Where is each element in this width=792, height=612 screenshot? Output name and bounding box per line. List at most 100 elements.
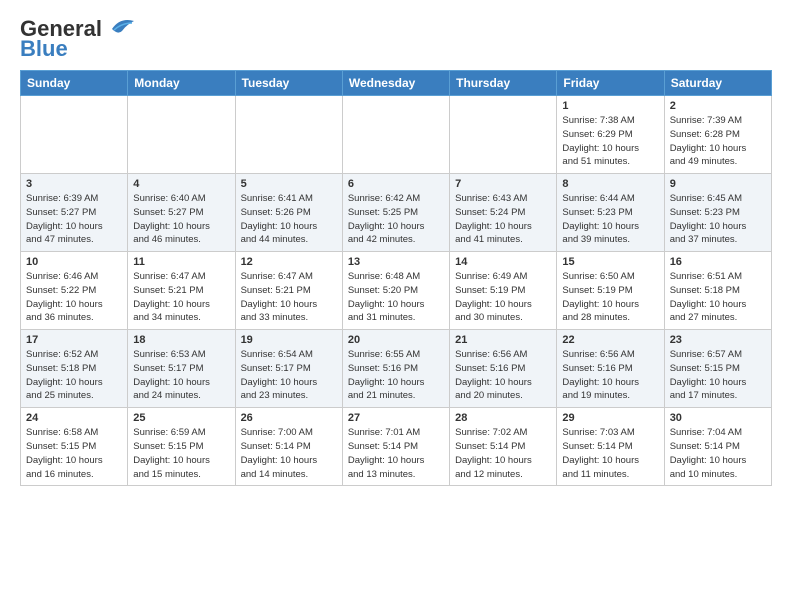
day-cell: 20 Sunrise: 6:55 AM Sunset: 5:16 PM Dayli… (342, 330, 449, 408)
day-number: 4 (133, 178, 229, 190)
day-info: Sunrise: 6:43 AM Sunset: 5:24 PM Dayligh… (455, 192, 551, 247)
week-row-3: 10 Sunrise: 6:46 AM Sunset: 5:22 PM Dayli… (21, 252, 772, 330)
day-cell: 30 Sunrise: 7:04 AM Sunset: 5:14 PM Dayli… (664, 408, 771, 486)
day-number: 14 (455, 256, 551, 268)
weekday-header-thursday: Thursday (450, 71, 557, 96)
day-info: Sunrise: 6:55 AM Sunset: 5:16 PM Dayligh… (348, 348, 444, 403)
day-number: 28 (455, 412, 551, 424)
day-info: Sunrise: 6:39 AM Sunset: 5:27 PM Dayligh… (26, 192, 122, 247)
weekday-header-row: SundayMondayTuesdayWednesdayThursdayFrid… (21, 71, 772, 96)
day-info: Sunrise: 7:00 AM Sunset: 5:14 PM Dayligh… (241, 426, 337, 481)
day-info: Sunrise: 6:59 AM Sunset: 5:15 PM Dayligh… (133, 426, 229, 481)
day-number: 6 (348, 178, 444, 190)
day-cell: 3 Sunrise: 6:39 AM Sunset: 5:27 PM Daylig… (21, 174, 128, 252)
day-cell: 16 Sunrise: 6:51 AM Sunset: 5:18 PM Dayli… (664, 252, 771, 330)
day-number: 8 (562, 178, 658, 190)
day-cell: 11 Sunrise: 6:47 AM Sunset: 5:21 PM Dayli… (128, 252, 235, 330)
week-row-5: 24Sunrise: 6:58 AM Sunset: 5:15 PM Dayli… (21, 408, 772, 486)
day-number: 17 (26, 334, 122, 346)
day-number: 11 (133, 256, 229, 268)
page: General Blue SundayMondayTuesdayWednesda… (0, 0, 792, 496)
day-info: Sunrise: 6:54 AM Sunset: 5:17 PM Dayligh… (241, 348, 337, 403)
day-cell: 18 Sunrise: 6:53 AM Sunset: 5:17 PM Dayli… (128, 330, 235, 408)
day-cell: 26Sunrise: 7:00 AM Sunset: 5:14 PM Dayli… (235, 408, 342, 486)
day-cell: 19 Sunrise: 6:54 AM Sunset: 5:17 PM Dayli… (235, 330, 342, 408)
day-number: 9 (670, 178, 766, 190)
week-row-2: 3 Sunrise: 6:39 AM Sunset: 5:27 PM Daylig… (21, 174, 772, 252)
day-info: Sunrise: 6:56 AM Sunset: 5:16 PM Dayligh… (562, 348, 658, 403)
day-number: 7 (455, 178, 551, 190)
day-number: 16 (670, 256, 766, 268)
day-info: Sunrise: 6:52 AM Sunset: 5:18 PM Dayligh… (26, 348, 122, 403)
day-cell: 9 Sunrise: 6:45 AM Sunset: 5:23 PM Daylig… (664, 174, 771, 252)
day-cell: 5Sunrise: 6:41 AM Sunset: 5:26 PM Daylig… (235, 174, 342, 252)
weekday-header-tuesday: Tuesday (235, 71, 342, 96)
day-number: 18 (133, 334, 229, 346)
day-info: Sunrise: 7:39 AM Sunset: 6:28 PM Dayligh… (670, 114, 766, 169)
day-cell: 17 Sunrise: 6:52 AM Sunset: 5:18 PM Dayli… (21, 330, 128, 408)
day-cell: 7 Sunrise: 6:43 AM Sunset: 5:24 PM Daylig… (450, 174, 557, 252)
logo-bird-icon (104, 15, 136, 37)
day-info: Sunrise: 7:02 AM Sunset: 5:14 PM Dayligh… (455, 426, 551, 481)
day-number: 13 (348, 256, 444, 268)
day-info: Sunrise: 6:47 AM Sunset: 5:21 PM Dayligh… (133, 270, 229, 325)
day-number: 12 (241, 256, 337, 268)
day-info: Sunrise: 6:51 AM Sunset: 5:18 PM Dayligh… (670, 270, 766, 325)
week-row-1: 1 Sunrise: 7:38 AM Sunset: 6:29 PM Daylig… (21, 96, 772, 174)
day-info: Sunrise: 6:42 AM Sunset: 5:25 PM Dayligh… (348, 192, 444, 247)
weekday-header-friday: Friday (557, 71, 664, 96)
weekday-header-saturday: Saturday (664, 71, 771, 96)
day-cell: 27 Sunrise: 7:01 AM Sunset: 5:14 PM Dayli… (342, 408, 449, 486)
day-cell: 22 Sunrise: 6:56 AM Sunset: 5:16 PM Dayli… (557, 330, 664, 408)
day-cell: 28 Sunrise: 7:02 AM Sunset: 5:14 PM Dayli… (450, 408, 557, 486)
day-number: 10 (26, 256, 122, 268)
day-info: Sunrise: 6:47 AM Sunset: 5:21 PM Dayligh… (241, 270, 337, 325)
day-cell (342, 96, 449, 174)
day-number: 22 (562, 334, 658, 346)
day-info: Sunrise: 6:49 AM Sunset: 5:19 PM Dayligh… (455, 270, 551, 325)
logo: General Blue (20, 16, 136, 62)
day-info: Sunrise: 7:38 AM Sunset: 6:29 PM Dayligh… (562, 114, 658, 169)
day-number: 2 (670, 100, 766, 112)
day-number: 3 (26, 178, 122, 190)
day-cell: 8 Sunrise: 6:44 AM Sunset: 5:23 PM Daylig… (557, 174, 664, 252)
day-cell: 4Sunrise: 6:40 AM Sunset: 5:27 PM Daylig… (128, 174, 235, 252)
day-cell: 29Sunrise: 7:03 AM Sunset: 5:14 PM Dayli… (557, 408, 664, 486)
day-info: Sunrise: 6:53 AM Sunset: 5:17 PM Dayligh… (133, 348, 229, 403)
day-cell (128, 96, 235, 174)
day-number: 27 (348, 412, 444, 424)
day-cell: 2 Sunrise: 7:39 AM Sunset: 6:28 PM Daylig… (664, 96, 771, 174)
day-cell: 6 Sunrise: 6:42 AM Sunset: 5:25 PM Daylig… (342, 174, 449, 252)
day-number: 25 (133, 412, 229, 424)
day-cell: 13 Sunrise: 6:48 AM Sunset: 5:20 PM Dayli… (342, 252, 449, 330)
day-cell: 14 Sunrise: 6:49 AM Sunset: 5:19 PM Dayli… (450, 252, 557, 330)
day-number: 30 (670, 412, 766, 424)
day-number: 29 (562, 412, 658, 424)
weekday-header-wednesday: Wednesday (342, 71, 449, 96)
day-info: Sunrise: 6:56 AM Sunset: 5:16 PM Dayligh… (455, 348, 551, 403)
day-cell (21, 96, 128, 174)
day-info: Sunrise: 6:50 AM Sunset: 5:19 PM Dayligh… (562, 270, 658, 325)
day-info: Sunrise: 7:04 AM Sunset: 5:14 PM Dayligh… (670, 426, 766, 481)
calendar: SundayMondayTuesdayWednesdayThursdayFrid… (20, 70, 772, 486)
day-number: 1 (562, 100, 658, 112)
day-cell: 21 Sunrise: 6:56 AM Sunset: 5:16 PM Dayli… (450, 330, 557, 408)
day-info: Sunrise: 6:44 AM Sunset: 5:23 PM Dayligh… (562, 192, 658, 247)
day-cell (235, 96, 342, 174)
day-cell: 1 Sunrise: 7:38 AM Sunset: 6:29 PM Daylig… (557, 96, 664, 174)
day-number: 19 (241, 334, 337, 346)
day-info: Sunrise: 6:58 AM Sunset: 5:15 PM Dayligh… (26, 426, 122, 481)
week-row-4: 17 Sunrise: 6:52 AM Sunset: 5:18 PM Dayli… (21, 330, 772, 408)
day-info: Sunrise: 6:57 AM Sunset: 5:15 PM Dayligh… (670, 348, 766, 403)
day-number: 21 (455, 334, 551, 346)
day-info: Sunrise: 6:45 AM Sunset: 5:23 PM Dayligh… (670, 192, 766, 247)
day-cell: 23 Sunrise: 6:57 AM Sunset: 5:15 PM Dayli… (664, 330, 771, 408)
day-cell (450, 96, 557, 174)
day-number: 23 (670, 334, 766, 346)
day-number: 20 (348, 334, 444, 346)
day-info: Sunrise: 6:48 AM Sunset: 5:20 PM Dayligh… (348, 270, 444, 325)
day-cell: 24Sunrise: 6:58 AM Sunset: 5:15 PM Dayli… (21, 408, 128, 486)
day-number: 5 (241, 178, 337, 190)
day-info: Sunrise: 7:01 AM Sunset: 5:14 PM Dayligh… (348, 426, 444, 481)
day-info: Sunrise: 6:46 AM Sunset: 5:22 PM Dayligh… (26, 270, 122, 325)
